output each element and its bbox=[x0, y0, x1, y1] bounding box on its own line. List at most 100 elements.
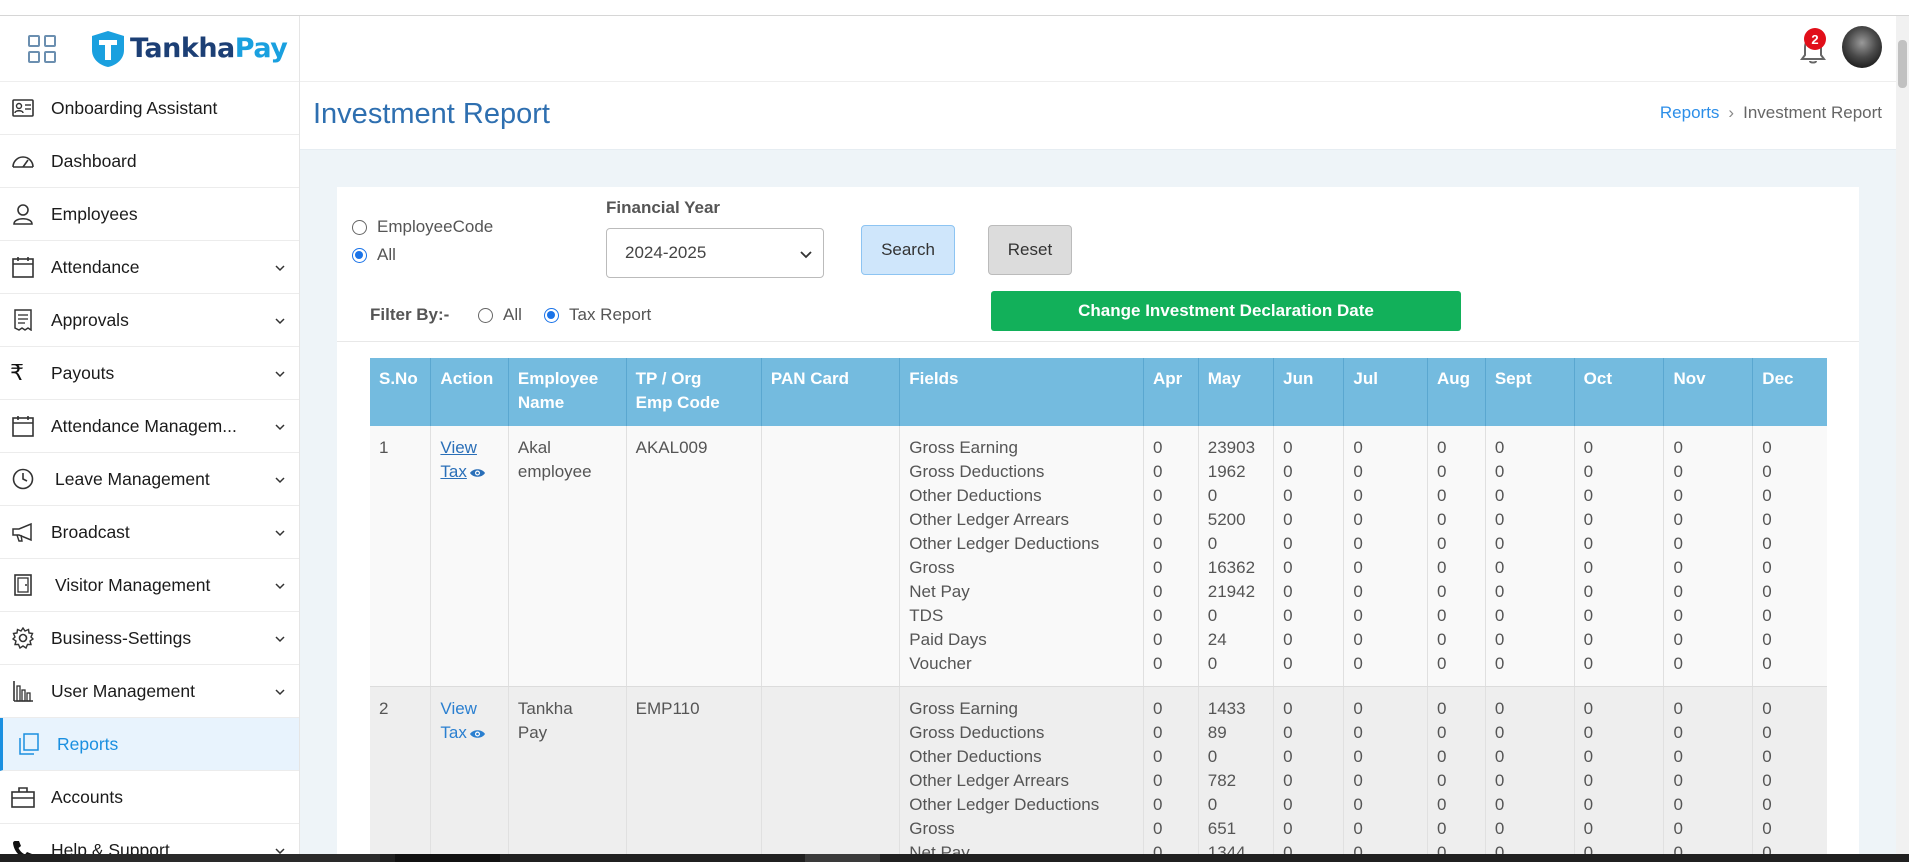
cell-line: 0 bbox=[1494, 843, 1505, 854]
sidebar-item-attendance-management[interactable]: Attendance Managem... bbox=[0, 400, 299, 453]
col-header-may[interactable]: May bbox=[1198, 358, 1275, 426]
col-header-emp-code[interactable]: TP / Org Emp Code bbox=[626, 358, 762, 426]
radio-all[interactable] bbox=[352, 247, 367, 263]
logo-text-part1: Tankha bbox=[130, 33, 235, 64]
cell-line: 0 bbox=[1353, 438, 1363, 457]
phone-icon bbox=[10, 837, 36, 854]
sidebar-item-help-support[interactable]: Help & Support bbox=[0, 824, 299, 854]
cell-line: 1433 bbox=[1207, 699, 1246, 718]
apps-grid-icon[interactable] bbox=[28, 34, 56, 63]
change-investment-declaration-date-button[interactable]: Change Investment Declaration Date bbox=[991, 291, 1461, 331]
filter-option-tax-report[interactable]: Tax Report bbox=[544, 305, 651, 325]
sidebar-item-onboarding-assistant[interactable]: Onboarding Assistant bbox=[0, 82, 299, 135]
cell-line: 0 bbox=[1153, 747, 1163, 766]
cell-line: 0 bbox=[1283, 795, 1293, 814]
user-avatar[interactable] bbox=[1842, 26, 1882, 68]
col-header-fields[interactable]: Fields bbox=[899, 358, 1145, 426]
sidebar-item-label: Employees bbox=[51, 203, 138, 224]
sidebar-item-reports[interactable]: Reports bbox=[0, 718, 299, 771]
col-header-jun[interactable]: Jun bbox=[1273, 358, 1345, 426]
cell-line: 0 bbox=[1673, 699, 1683, 718]
cell-line: 89 bbox=[1207, 723, 1227, 742]
financial-year-select[interactable]: 2024-2025 bbox=[606, 228, 824, 278]
col-header-dec[interactable]: Dec bbox=[1752, 358, 1827, 426]
cell-line: 0 bbox=[1437, 486, 1447, 505]
col-header-oct[interactable]: Oct bbox=[1574, 358, 1665, 426]
view-tax-link[interactable]: View Tax bbox=[440, 438, 485, 481]
filter-radio-all[interactable] bbox=[478, 307, 493, 323]
col-header-pan-card[interactable]: PAN Card bbox=[761, 358, 901, 426]
cell-line: Gross bbox=[909, 819, 955, 838]
gear-icon bbox=[10, 625, 36, 651]
cell-line: 0 bbox=[1353, 795, 1363, 814]
cell-line: 0 bbox=[1673, 582, 1683, 601]
radio-employee-code[interactable] bbox=[352, 219, 367, 235]
cell-line: 0 bbox=[1283, 819, 1293, 838]
col-header-action[interactable]: Action bbox=[430, 358, 509, 426]
sidebar-item-attendance[interactable]: Attendance bbox=[0, 241, 299, 294]
cell-nov: 0 0 0 0 0 0 0 bbox=[1663, 686, 1754, 854]
cell-line: 0 bbox=[1762, 582, 1772, 601]
col-header-sno[interactable]: S.No bbox=[370, 358, 432, 426]
cell-line: 0 bbox=[1283, 582, 1293, 601]
sidebar-item-label: User Management bbox=[51, 680, 195, 701]
cell-line: 0 bbox=[1353, 462, 1363, 481]
cell-line: 0 bbox=[1437, 582, 1447, 601]
employee-name-line2: employee bbox=[517, 462, 592, 481]
sidebar-item-leave-management[interactable]: Leave Management bbox=[0, 453, 299, 506]
col-header-employee-name[interactable]: Employee Name bbox=[508, 358, 627, 426]
col-header-aug[interactable]: Aug bbox=[1427, 358, 1486, 426]
tankhapay-logo[interactable]: TankhaPay bbox=[90, 30, 288, 68]
page-scrollbar-thumb[interactable] bbox=[1898, 40, 1907, 88]
search-button[interactable]: Search bbox=[861, 225, 955, 275]
sidebar-item-business-settings[interactable]: Business-Settings bbox=[0, 612, 299, 665]
reset-button[interactable]: Reset bbox=[988, 225, 1072, 275]
sidebar-item-broadcast[interactable]: Broadcast bbox=[0, 506, 299, 559]
col-header-sept[interactable]: Sept bbox=[1485, 358, 1575, 426]
investment-table-container[interactable]: S.No Action Employee Name TP / Org Emp Cod… bbox=[370, 358, 1827, 854]
cell-line: 0 bbox=[1762, 510, 1772, 529]
filter-radio-tax-report[interactable] bbox=[544, 307, 559, 323]
option-all[interactable]: All bbox=[352, 245, 396, 265]
cell-line: 0 bbox=[1153, 771, 1163, 790]
sidebar-item-dashboard[interactable]: Dashboard bbox=[0, 135, 299, 188]
cell-line: TDS bbox=[909, 606, 944, 625]
cell-line: 0 bbox=[1762, 819, 1772, 838]
cell-line: 0 bbox=[1583, 723, 1594, 742]
sidebar-item-employees[interactable]: Employees bbox=[0, 188, 299, 241]
col-header-employee-line1: Employee bbox=[517, 369, 599, 388]
cell-line: 0 bbox=[1762, 747, 1772, 766]
cell-line: 0 bbox=[1153, 819, 1163, 838]
sidebar-item-user-management[interactable]: User Management bbox=[0, 665, 299, 718]
page-scrollbar[interactable] bbox=[1896, 16, 1909, 854]
cell-sept: 0 0 0 0 0 0 0 bbox=[1485, 686, 1575, 854]
breadcrumb-link-reports[interactable]: Reports bbox=[1660, 103, 1720, 123]
sidebar-item-accounts[interactable]: Accounts bbox=[0, 771, 299, 824]
cell-line: 0 bbox=[1437, 510, 1447, 529]
col-header-nov[interactable]: Nov bbox=[1663, 358, 1754, 426]
cell-line: Gross Deductions bbox=[909, 723, 1045, 742]
cell-line: 5200 bbox=[1207, 510, 1246, 529]
filter-option-all[interactable]: All bbox=[478, 305, 522, 325]
col-header-apr[interactable]: Apr bbox=[1143, 358, 1199, 426]
sidebar-item-approvals[interactable]: Approvals bbox=[0, 294, 299, 347]
cell-line: 23903 bbox=[1207, 438, 1256, 457]
option-employee-code[interactable]: EmployeeCode bbox=[352, 217, 493, 237]
id-card-icon bbox=[10, 95, 36, 121]
breadcrumb-current: Investment Report bbox=[1743, 103, 1882, 122]
sidebar-item-payouts[interactable]: ₹ Payouts bbox=[0, 347, 299, 400]
chevron-down-icon bbox=[275, 530, 285, 537]
sidebar-item-label: Accounts bbox=[51, 786, 123, 807]
view-link-text: View bbox=[440, 438, 477, 457]
cell-line: 0 bbox=[1353, 534, 1363, 553]
cell-line: 0 bbox=[1207, 486, 1218, 505]
clock-icon bbox=[10, 466, 36, 492]
col-header-jul[interactable]: Jul bbox=[1343, 358, 1428, 426]
chevron-down-icon bbox=[275, 318, 285, 325]
sidebar-item-visitor-management[interactable]: Visitor Management bbox=[0, 559, 299, 612]
cell-line: 0 bbox=[1583, 558, 1594, 577]
cell-line: 0 bbox=[1583, 819, 1594, 838]
chevron-down-icon bbox=[275, 636, 285, 643]
cell-fields: Gross Earning Gross Deductions Other Deduc… bbox=[899, 686, 1145, 854]
view-tax-link[interactable]: View Tax bbox=[440, 699, 485, 742]
